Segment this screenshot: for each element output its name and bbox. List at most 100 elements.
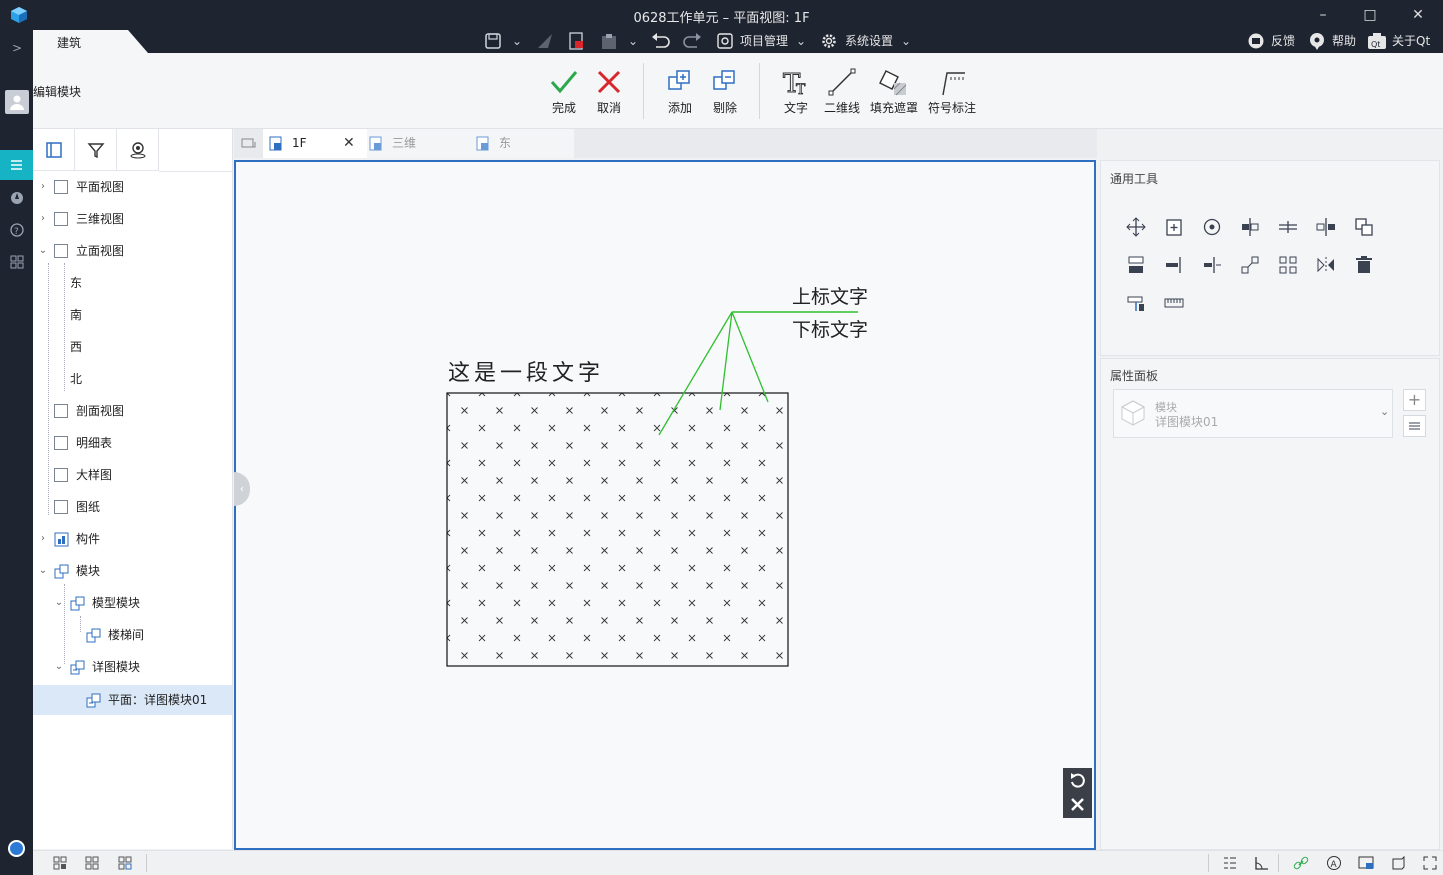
save-icon[interactable] (484, 32, 502, 50)
align-edge-tool[interactable] (1125, 254, 1147, 276)
delete-tool[interactable] (1353, 254, 1375, 276)
redo-icon[interactable] (682, 32, 702, 50)
mirror-tool[interactable] (1315, 254, 1337, 276)
view-cube-icon[interactable] (1390, 855, 1406, 871)
rotate-tool[interactable] (1201, 216, 1223, 238)
close-tab-icon[interactable]: ✕ (343, 129, 355, 158)
rail-apps-icon[interactable] (9, 254, 25, 270)
save-dropdown-icon[interactable]: ⌄ (512, 32, 522, 50)
chevron-down-icon[interactable]: ⌄ (1380, 405, 1389, 418)
tree-item-south[interactable]: 南 (33, 302, 232, 328)
rail-compass-icon[interactable] (9, 190, 25, 206)
project-manage-menu[interactable]: 项目管理 (740, 32, 788, 50)
chevron-right-icon[interactable]: › (38, 206, 48, 232)
tab-filter[interactable] (75, 129, 117, 171)
edit-type-button[interactable] (1403, 415, 1426, 437)
system-settings-menu[interactable]: 系统设置 (845, 32, 893, 50)
tab-1f[interactable]: 1F ✕ (263, 129, 367, 158)
system-settings-chevron-icon[interactable]: ⌄ (901, 32, 911, 50)
tree-item-components[interactable]: › 构件 (33, 526, 232, 552)
expand-rail-icon[interactable]: > (8, 39, 26, 57)
tree-item-plan-detail-block-01[interactable]: 平面：详图模块01 (33, 685, 232, 715)
copy-tool[interactable] (1163, 216, 1185, 238)
annotation-a-icon[interactable]: A (1326, 855, 1342, 871)
line-2d-button[interactable]: 二维线 (814, 65, 870, 116)
split-tool[interactable] (1315, 216, 1337, 238)
tree-item-detail-drawings[interactable]: 大样图 (33, 462, 232, 488)
feedback-icon[interactable] (1247, 32, 1265, 50)
properties-list-icon[interactable] (1222, 855, 1238, 871)
tree-item-model-blocks[interactable]: ⌄ 模型模块 (33, 590, 232, 616)
status-indicator-icon[interactable] (8, 840, 25, 857)
close-view-control-icon[interactable] (1071, 798, 1084, 811)
chevron-down-icon[interactable]: ⌄ (38, 558, 48, 584)
layout-single-icon[interactable] (52, 855, 68, 871)
drawing-canvas[interactable]: 这是一段文字 上标文字 下标文字 ‹ (234, 160, 1096, 850)
help-link[interactable]: 帮助 (1332, 32, 1356, 50)
tree-item-west[interactable]: 西 (33, 334, 232, 360)
snap-angle-icon[interactable] (1253, 855, 1269, 871)
tab-location[interactable] (117, 129, 159, 171)
chevron-right-icon[interactable]: › (38, 174, 48, 200)
link-icon[interactable] (1293, 855, 1309, 871)
array-tool[interactable] (1353, 216, 1375, 238)
upper-annotation-text[interactable]: 上标文字 (792, 282, 868, 309)
settings-gear-icon[interactable] (820, 32, 838, 50)
chevron-right-icon[interactable]: › (38, 526, 48, 552)
remove-button[interactable]: 剔除 (697, 65, 753, 116)
tree-item-elevation-views[interactable]: ⌄ 立面视图 (33, 238, 232, 264)
tree-item-schedules[interactable]: 明细表 (33, 430, 232, 456)
tab-east[interactable]: 东 (471, 129, 574, 158)
tree-item-north[interactable]: 北 (33, 366, 232, 392)
hatched-fill-region[interactable] (446, 392, 789, 667)
export-pdf-icon[interactable] (567, 32, 585, 50)
project-manage-chevron-icon[interactable]: ⌄ (796, 32, 806, 50)
layout-tile-icon[interactable] (117, 855, 133, 871)
tab-architecture[interactable]: 建筑 (33, 30, 148, 53)
tree-item-plan-views[interactable]: › 平面视图 (33, 174, 232, 200)
chevron-down-icon[interactable]: ⌄ (54, 654, 64, 680)
tree-item-3d-views[interactable]: › 三维视图 (33, 206, 232, 232)
qt-logo-icon[interactable]: Qt (1367, 32, 1387, 50)
drawing-svg[interactable] (236, 162, 1094, 848)
rail-project-browser[interactable] (0, 150, 33, 180)
layout-grid-icon[interactable] (84, 855, 100, 871)
fullscreen-icon[interactable] (1422, 855, 1438, 871)
feedback-link[interactable]: 反馈 (1271, 32, 1295, 50)
tab-3d[interactable]: 三维 (367, 129, 471, 158)
tree-item-section-views[interactable]: 剖面视图 (33, 398, 232, 424)
tree-item-sheets[interactable]: 图纸 (33, 494, 232, 520)
restore-tabs-icon[interactable] (241, 137, 257, 151)
drawing-text[interactable]: 这是一段文字 (448, 355, 604, 387)
tree-item-stairwell[interactable]: 楼梯间 (33, 622, 232, 648)
minimize-button[interactable]: – (1308, 5, 1338, 25)
trim-tool[interactable] (1163, 254, 1185, 276)
extend-tool[interactable] (1201, 254, 1223, 276)
group-tool[interactable] (1277, 254, 1299, 276)
maximize-button[interactable]: □ (1355, 5, 1385, 25)
chevron-down-icon[interactable]: ⌄ (38, 238, 48, 264)
add-type-button[interactable]: + (1403, 389, 1426, 411)
display-settings-icon[interactable] (1358, 855, 1374, 871)
clipboard-icon[interactable] (600, 32, 618, 50)
measure-tool[interactable] (1163, 292, 1185, 314)
close-window-button[interactable]: ✕ (1403, 5, 1433, 25)
scale-tool[interactable] (1239, 254, 1261, 276)
symbol-annotation-button[interactable]: 符号标注 (924, 65, 980, 116)
publish-icon[interactable] (536, 32, 554, 50)
rail-help-icon[interactable]: ? (9, 222, 25, 238)
align-tool[interactable] (1239, 216, 1261, 238)
tree-item-east[interactable]: 东 (33, 270, 232, 296)
clipboard-dropdown-icon[interactable]: ⌄ (628, 32, 638, 50)
help-icon[interactable] (1308, 32, 1326, 50)
fill-mask-button[interactable]: 填充遮罩 (866, 65, 922, 116)
chevron-down-icon[interactable]: ⌄ (54, 590, 64, 616)
cancel-button[interactable]: 取消 (581, 65, 637, 116)
pin-tool[interactable] (1125, 292, 1147, 314)
tab-browser[interactable] (33, 129, 75, 171)
avatar[interactable] (5, 90, 29, 114)
about-qt-link[interactable]: 关于Qt (1392, 32, 1430, 50)
reset-view-icon[interactable] (1071, 773, 1085, 788)
type-selector[interactable]: 模块 详图模块01 ⌄ (1113, 389, 1393, 438)
project-manage-icon[interactable] (716, 32, 734, 50)
